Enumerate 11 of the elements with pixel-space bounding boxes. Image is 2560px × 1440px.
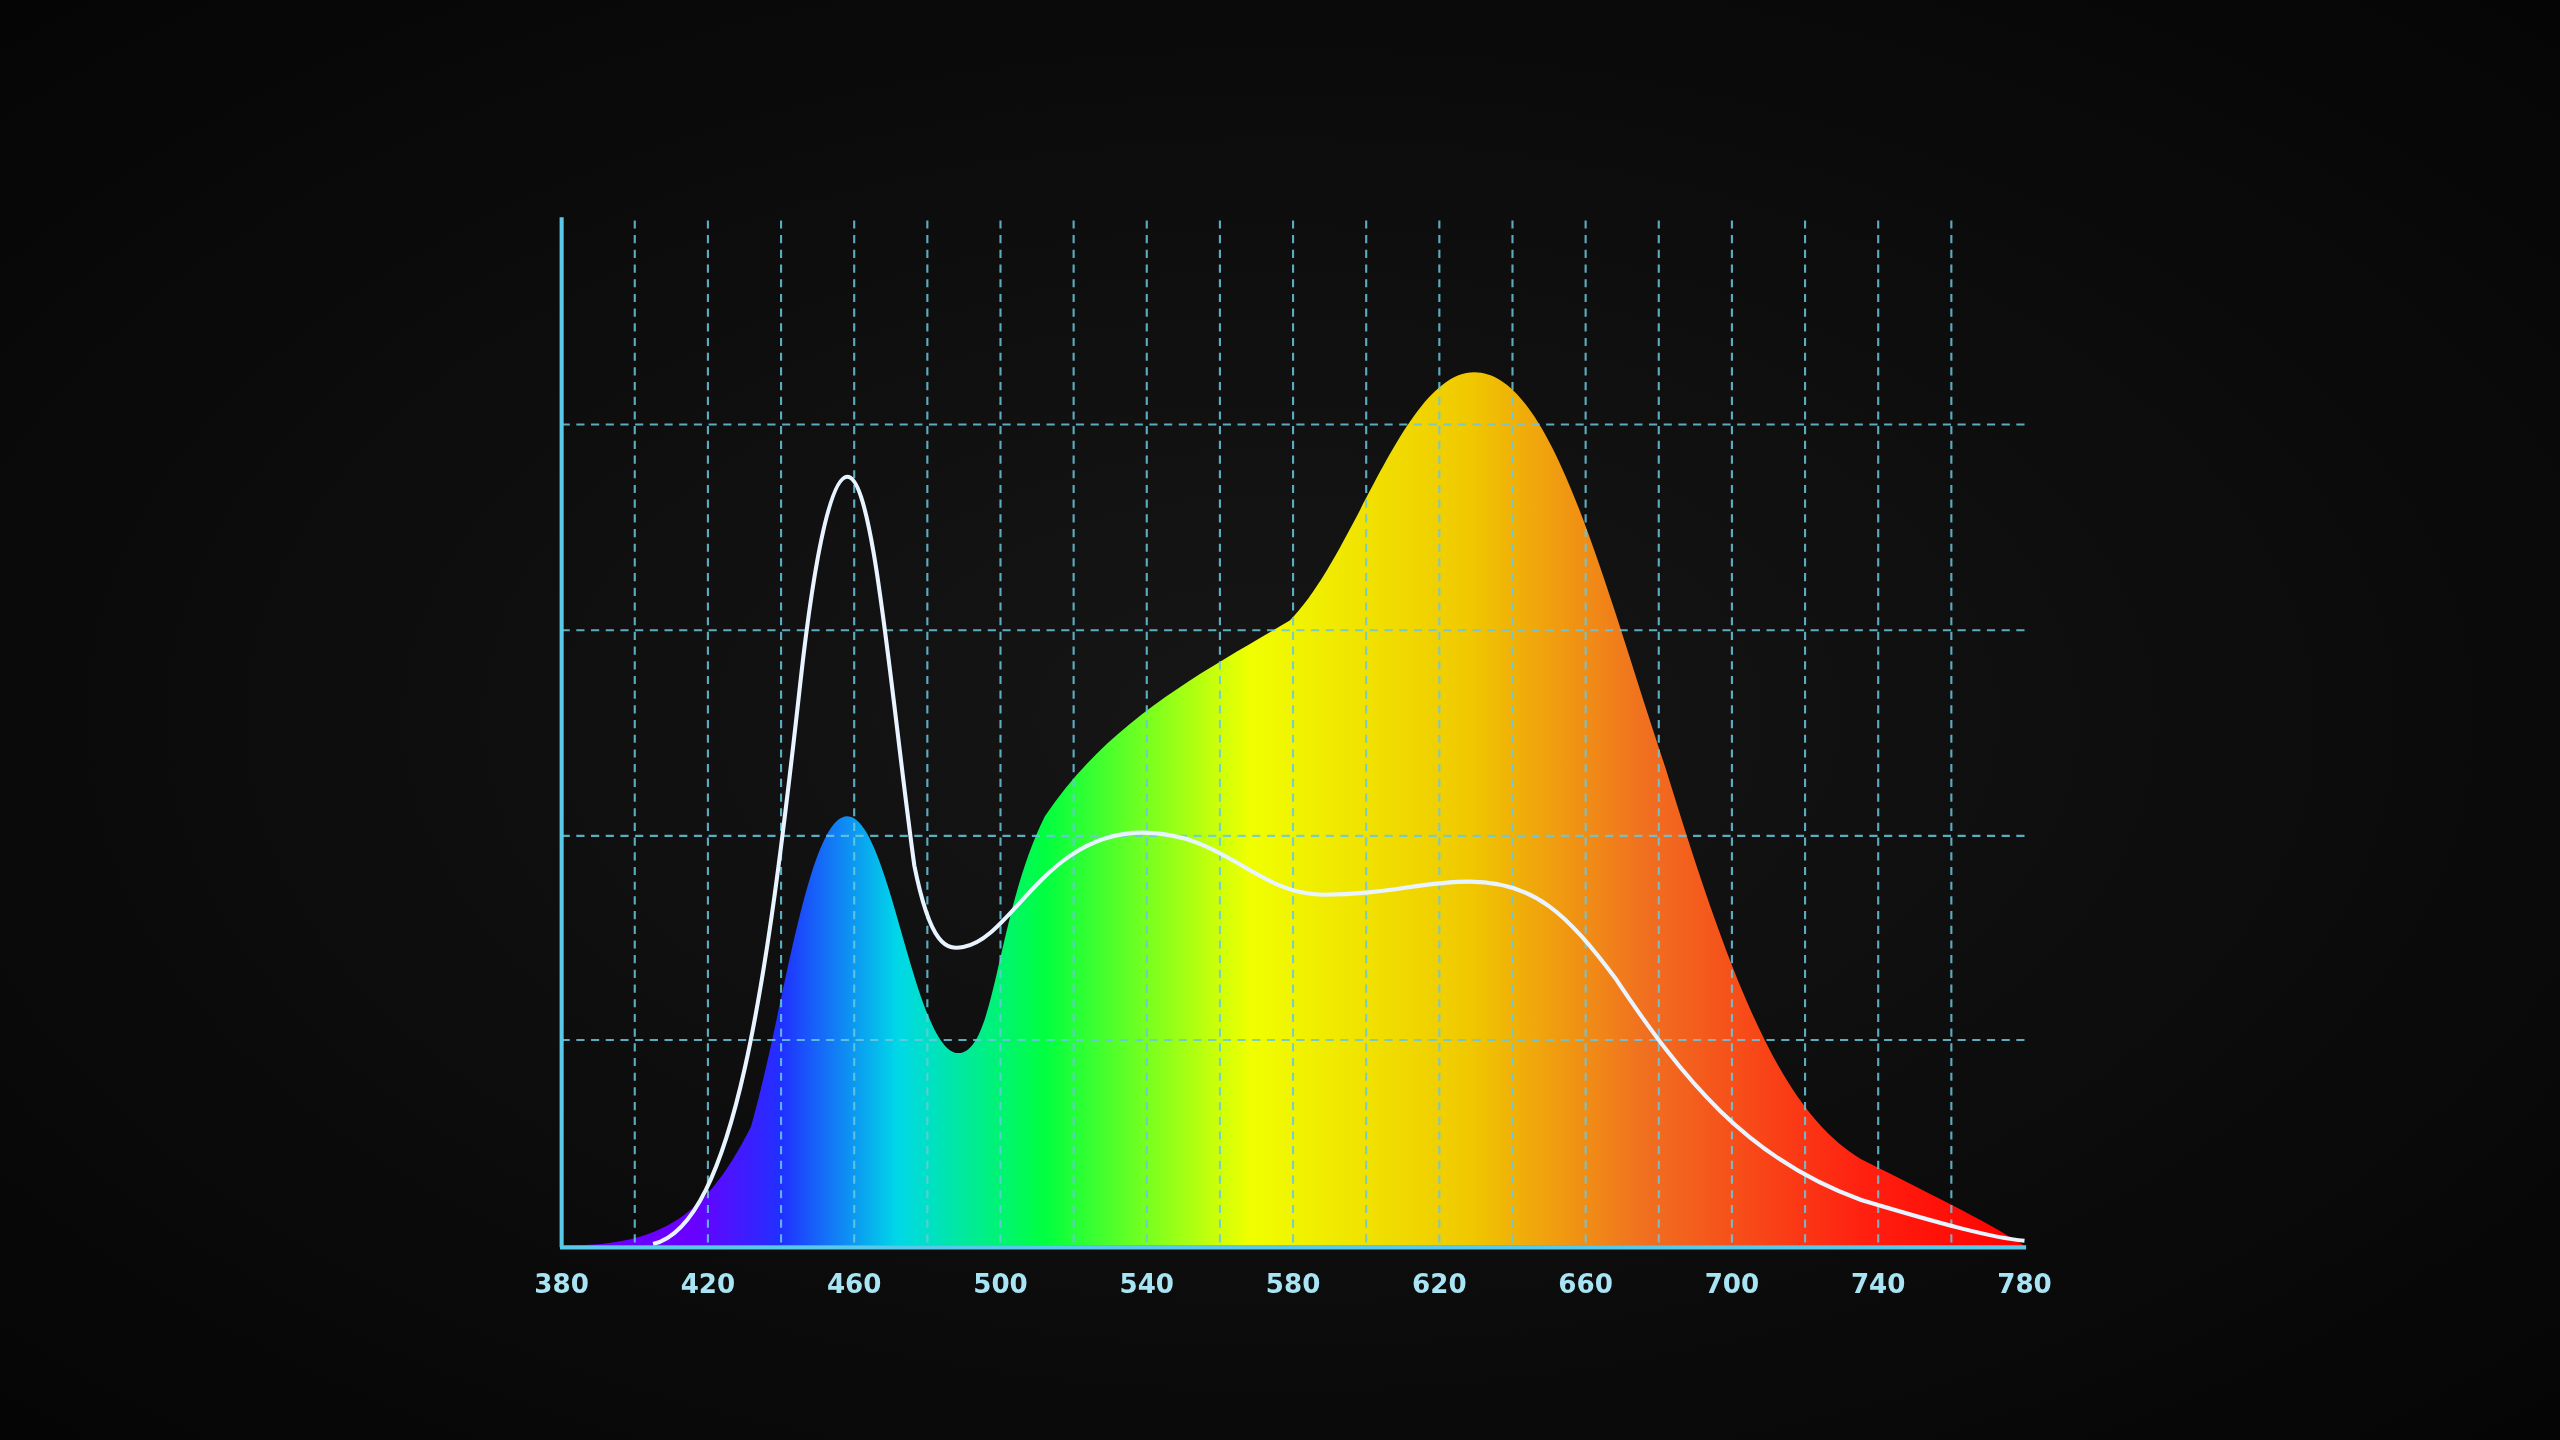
axis-label: 620 xyxy=(1412,1269,1467,1300)
axis-label: 500 xyxy=(973,1269,1028,1300)
axis-label: 380 xyxy=(534,1269,589,1300)
axis-label: 540 xyxy=(1119,1269,1175,1300)
axis-label: 420 xyxy=(680,1269,736,1300)
axis-label: 700 xyxy=(1704,1269,1760,1300)
axis-label: 780 xyxy=(1997,1269,2052,1300)
axis-label: 740 xyxy=(1850,1269,1906,1300)
axis-label: 460 xyxy=(826,1269,882,1300)
axis-label: 660 xyxy=(1558,1269,1613,1300)
axis-label: 580 xyxy=(1265,1269,1321,1300)
